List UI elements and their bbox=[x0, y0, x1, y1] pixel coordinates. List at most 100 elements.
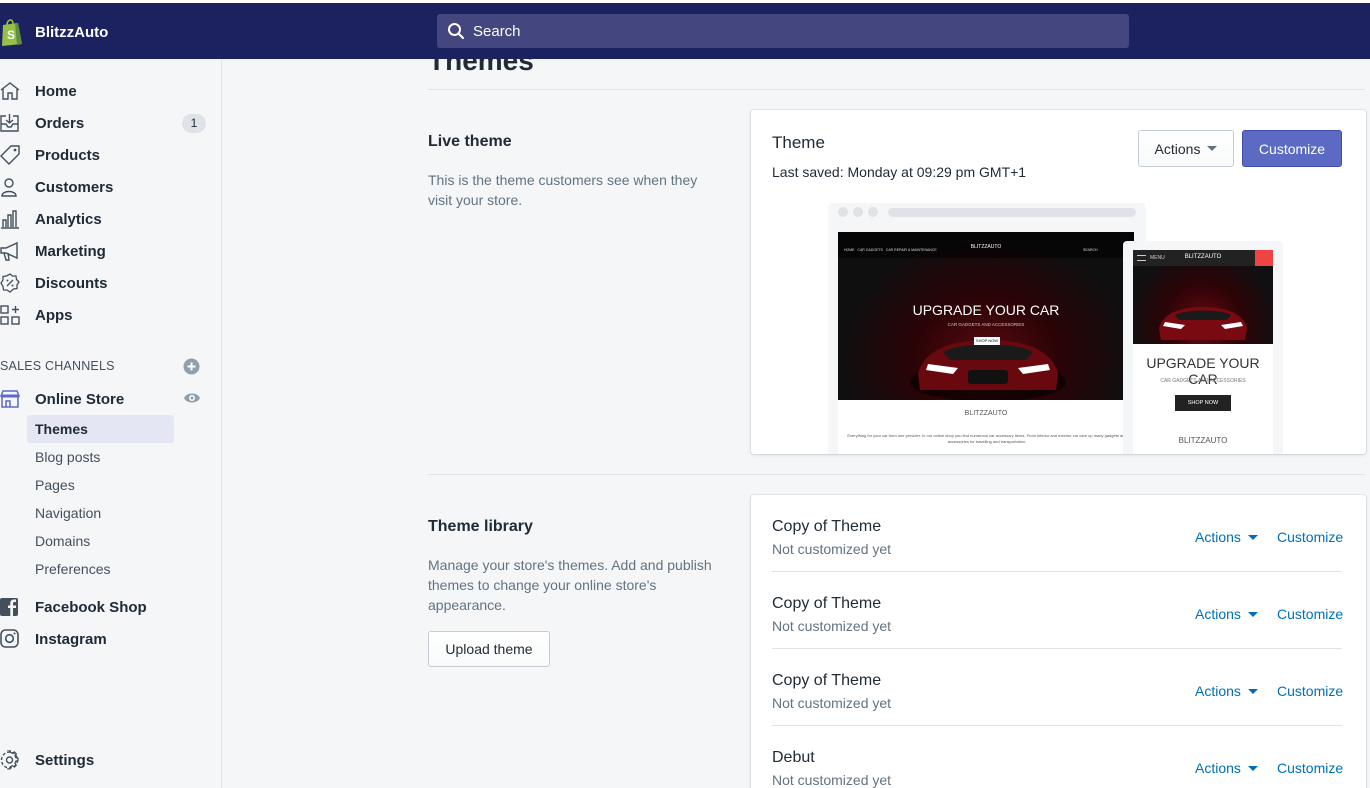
theme-name: Copy of Theme bbox=[772, 518, 882, 535]
tag-icon bbox=[0, 145, 20, 165]
mobile-hero-image: MENU BLITZZAUTO bbox=[1133, 250, 1273, 344]
car-illustration bbox=[1159, 307, 1247, 340]
sidebar-item-discounts[interactable]: Discounts bbox=[0, 269, 210, 297]
mobile-shop-button: SHOP NOW bbox=[1175, 395, 1231, 411]
sidebar-subitem-pages[interactable]: Pages bbox=[27, 471, 174, 499]
theme-customize-link[interactable]: Customize bbox=[1277, 683, 1343, 699]
sidebar-item-analytics[interactable]: Analytics bbox=[0, 205, 210, 233]
sidebar-item-label: Customers bbox=[35, 178, 114, 196]
live-theme-card: Theme Last saved: Monday at 09:29 pm GMT… bbox=[751, 110, 1366, 454]
sidebar-item-label: Online Store bbox=[35, 390, 125, 408]
sidebar-item-label: Settings bbox=[35, 751, 95, 769]
top-bar: S BlitzzAuto Search bbox=[0, 3, 1370, 59]
sidebar-item-label: Instagram bbox=[35, 630, 107, 648]
sidebar-item-facebook-shop[interactable]: Facebook Shop bbox=[0, 593, 210, 621]
theme-customize-link[interactable]: Customize bbox=[1277, 760, 1343, 776]
desktop-preview[interactable]: HOME CAR GADGETS CAR REPAIR & MAINTENANC… bbox=[828, 203, 1146, 454]
store-brand[interactable]: S BlitzzAuto bbox=[0, 17, 108, 47]
shopify-bag-icon: S bbox=[2, 19, 22, 46]
preview-subheadline: CAR GADGETS AND ACCESSORIES bbox=[947, 322, 1025, 327]
sidebar-item-settings[interactable]: Settings bbox=[0, 746, 210, 774]
mobile-preview[interactable]: MENU BLITZZAUTO UPGRADE YOUR CAR CAR GAD… bbox=[1123, 241, 1283, 454]
sidebar-item-home[interactable]: Home bbox=[0, 77, 210, 105]
actions-label: Actions bbox=[1195, 683, 1241, 699]
svg-text:S: S bbox=[7, 28, 15, 42]
theme-status: Not customized yet bbox=[772, 541, 892, 557]
preview-search: SEARCH bbox=[1083, 248, 1098, 252]
theme-library-row: Copy of Theme Not customized yet Actions… bbox=[772, 649, 1343, 726]
instagram-icon bbox=[0, 629, 19, 648]
add-channel-icon[interactable] bbox=[183, 358, 200, 375]
mobile-footer-logo: BLITZZAUTO bbox=[1178, 436, 1228, 445]
sidebar-subitem-themes[interactable]: Themes bbox=[27, 415, 174, 443]
sidebar-item-orders[interactable]: Orders 1 bbox=[0, 109, 210, 137]
facebook-icon bbox=[0, 598, 18, 616]
sidebar-item-customers[interactable]: Customers bbox=[0, 173, 210, 201]
bar-chart-icon bbox=[1, 210, 19, 229]
desktop-hero-image: HOME CAR GADGETS CAR REPAIR & MAINTENANC… bbox=[838, 232, 1134, 400]
live-theme-customize-button[interactable]: Customize bbox=[1242, 130, 1342, 167]
theme-library-description: Manage your store's themes. Add and publ… bbox=[428, 557, 712, 613]
sidebar-item-label: Orders bbox=[35, 114, 85, 132]
theme-actions-button[interactable]: Actions bbox=[1195, 529, 1258, 545]
sidebar-item-apps[interactable]: Apps bbox=[0, 301, 210, 329]
sidebar-item-marketing[interactable]: Marketing bbox=[0, 237, 210, 265]
sidebar-item-label: Marketing bbox=[35, 242, 106, 260]
divider bbox=[428, 474, 1365, 475]
preview-headline: UPGRADE YOUR CAR bbox=[912, 302, 1060, 318]
search-placeholder: Search bbox=[473, 22, 521, 40]
actions-label: Actions bbox=[1154, 140, 1201, 157]
theme-name: Copy of Theme bbox=[772, 672, 882, 689]
sidebar-subitem-preferences[interactable]: Preferences bbox=[27, 555, 174, 583]
sidebar-subitem-navigation[interactable]: Navigation bbox=[27, 499, 174, 527]
desktop-preview-screen: HOME CAR GADGETS CAR REPAIR & MAINTENANC… bbox=[838, 232, 1134, 454]
theme-status: Not customized yet bbox=[772, 618, 892, 634]
store-icon bbox=[0, 390, 20, 408]
main-content: Themes Live theme This is the theme cust… bbox=[223, 59, 1370, 788]
sidebar-item-instagram[interactable]: Instagram bbox=[0, 625, 210, 653]
theme-status: Not customized yet bbox=[772, 695, 892, 711]
sidebar-subitem-blog-posts[interactable]: Blog posts bbox=[27, 443, 174, 471]
sales-channels-heading: SALES CHANNELS bbox=[0, 359, 115, 373]
upload-theme-button[interactable]: Upload theme bbox=[428, 631, 550, 667]
megaphone-icon bbox=[0, 241, 18, 261]
mobile-preview-screen: MENU BLITZZAUTO UPGRADE YOUR CAR CAR GAD… bbox=[1133, 250, 1273, 454]
chevron-down-icon bbox=[1247, 765, 1258, 771]
theme-customize-link[interactable]: Customize bbox=[1277, 529, 1343, 545]
apps-icon bbox=[0, 305, 20, 325]
gear-icon bbox=[0, 750, 19, 770]
theme-name: Debut bbox=[772, 749, 815, 766]
theme-library-heading: Theme library bbox=[428, 518, 533, 535]
person-icon bbox=[1, 178, 17, 197]
theme-actions-button[interactable]: Actions bbox=[1195, 606, 1258, 622]
live-theme-actions-button[interactable]: Actions bbox=[1138, 130, 1234, 167]
theme-library-row: Debut Not customized yet Actions Customi… bbox=[772, 726, 1343, 788]
theme-customize-link[interactable]: Customize bbox=[1277, 606, 1343, 622]
theme-actions-button[interactable]: Actions bbox=[1195, 683, 1258, 699]
preview-footer-logo: BLITZZAUTO bbox=[964, 410, 1008, 417]
live-theme-last-saved: Last saved: Monday at 09:29 pm GMT+1 bbox=[772, 164, 1027, 180]
theme-name: Copy of Theme bbox=[772, 595, 882, 612]
sidebar-item-label: Products bbox=[35, 146, 101, 164]
sidebar-item-label: Apps bbox=[35, 306, 73, 324]
sidebar-item-online-store[interactable]: Online Store bbox=[0, 385, 210, 413]
view-store-eye-icon[interactable] bbox=[183, 391, 201, 405]
sidebar-item-products[interactable]: Products bbox=[0, 141, 210, 169]
search-icon bbox=[448, 23, 465, 40]
chevron-down-icon bbox=[1247, 688, 1258, 694]
sidebar-subitem-domains[interactable]: Domains bbox=[27, 527, 174, 555]
search-input[interactable]: Search bbox=[437, 14, 1129, 48]
orders-icon bbox=[0, 114, 19, 132]
store-name: BlitzzAuto bbox=[35, 23, 109, 41]
actions-label: Actions bbox=[1195, 760, 1241, 776]
home-icon bbox=[0, 82, 20, 100]
live-theme-description: This is the theme customers see when the… bbox=[428, 172, 698, 208]
preview-shop-button: SHOP NOW bbox=[974, 337, 1000, 345]
chevron-down-icon bbox=[1207, 146, 1218, 151]
theme-library-card: Copy of Theme Not customized yet Actions… bbox=[751, 495, 1366, 788]
cart-icon bbox=[1255, 250, 1273, 266]
sidebar-item-label: Analytics bbox=[35, 210, 102, 228]
sidebar-item-label: Discounts bbox=[35, 274, 108, 292]
sidebar-item-label: Home bbox=[35, 82, 77, 100]
theme-actions-button[interactable]: Actions bbox=[1195, 760, 1258, 776]
